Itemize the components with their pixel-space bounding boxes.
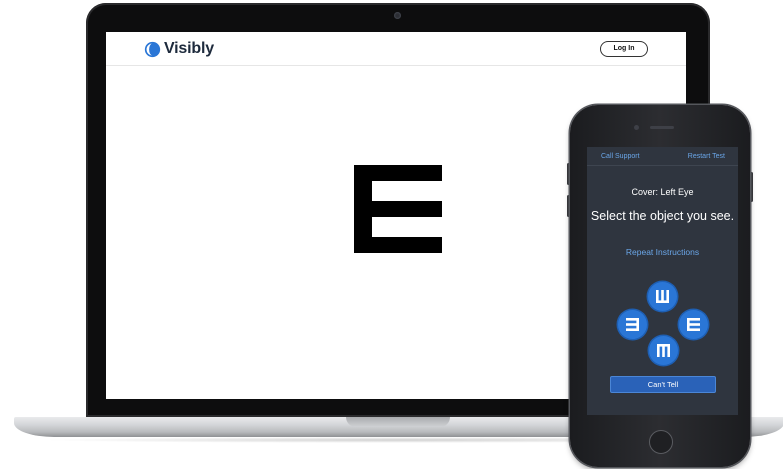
choice-e-down-button[interactable] [649, 336, 678, 365]
choice-e-right-button[interactable] [679, 310, 708, 339]
laptop-camera [394, 12, 401, 19]
cant-tell-button[interactable]: Can't Tell [610, 376, 716, 393]
e-down-icon [657, 344, 670, 357]
phone-top-bar: Call Support Restart Test [587, 147, 738, 166]
choice-e-up-button[interactable] [648, 282, 677, 311]
e-right-icon [687, 318, 700, 331]
repeat-instructions-link[interactable]: Repeat Instructions [587, 247, 738, 257]
restart-test-link[interactable]: Restart Test [688, 153, 725, 160]
optotype-e-icon [354, 165, 442, 253]
instruction-text: Select the object you see. [590, 209, 735, 223]
phone-home-button[interactable] [649, 430, 673, 454]
phone-power-button [750, 172, 753, 202]
phone-camera [634, 125, 639, 130]
visibly-logo-icon [144, 41, 161, 57]
brand-logo[interactable]: Visibly [144, 40, 214, 58]
laptop-notch [346, 417, 450, 427]
phone-speaker [650, 126, 674, 129]
device-mockup: Visibly Log In Call Support Restart Test… [0, 0, 783, 469]
site-header: Visibly Log In [106, 32, 686, 66]
e-up-icon [656, 290, 669, 303]
phone-screen: Call Support Restart Test Cover: Left Ey… [587, 147, 738, 415]
choice-e-left-button[interactable] [618, 310, 647, 339]
brand-name: Visibly [164, 40, 214, 57]
call-support-link[interactable]: Call Support [601, 153, 640, 160]
cover-eye-label: Cover: Left Eye [631, 187, 694, 197]
e-left-icon [626, 318, 639, 331]
login-button[interactable]: Log In [600, 41, 648, 57]
